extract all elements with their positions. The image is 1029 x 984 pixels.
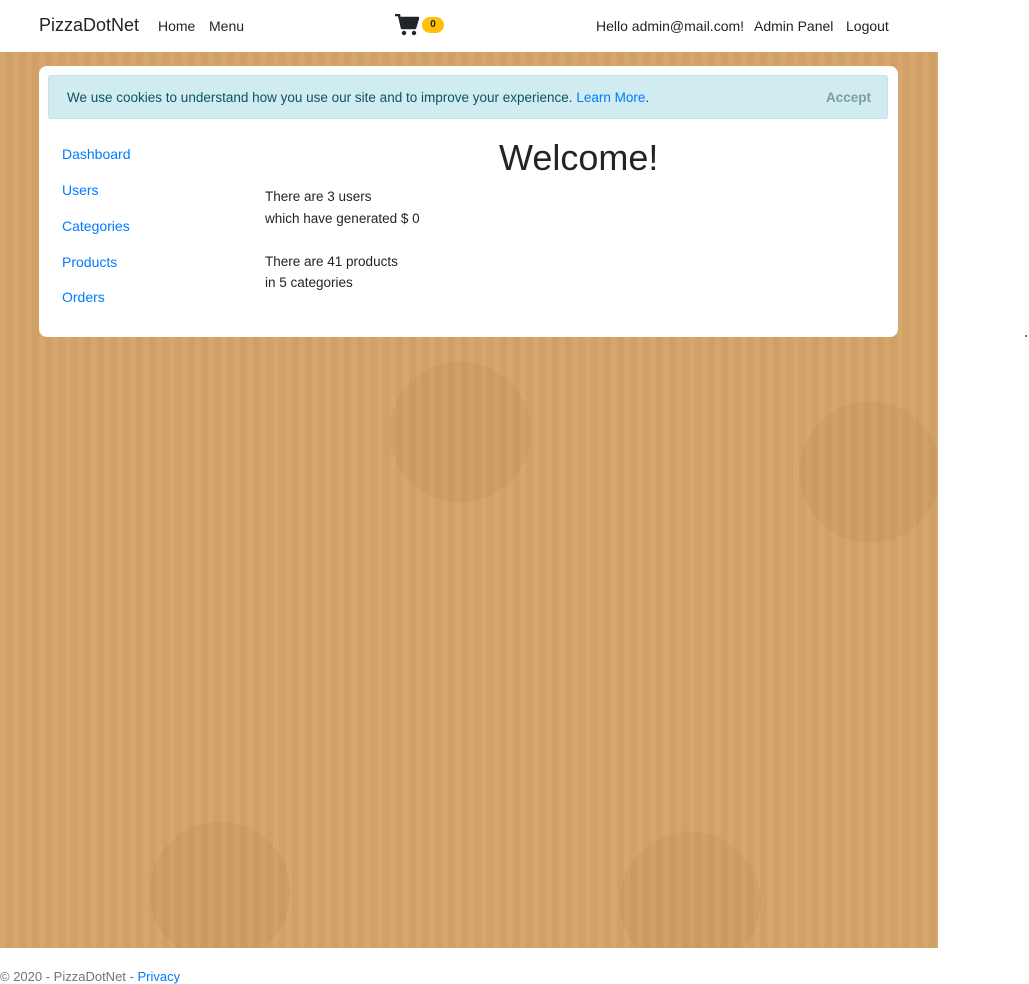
- cart-count-badge: 0: [422, 17, 444, 33]
- sidebar-item-categories[interactable]: Categories: [62, 218, 130, 234]
- shopping-cart-icon: [395, 14, 419, 36]
- footer-copyright: © 2020 - PizzaDotNet -: [0, 969, 138, 984]
- top-navbar: PizzaDotNet Home Menu 0 Hello admin@mail…: [0, 0, 938, 53]
- page-title: Welcome!: [499, 137, 659, 178]
- learn-more-link[interactable]: Learn More: [576, 90, 645, 105]
- page-footer: © 2020 - PizzaDotNet - Privacy: [0, 969, 180, 984]
- sidebar-item-users[interactable]: Users: [62, 182, 99, 198]
- products-count-text: There are 41 products: [265, 254, 398, 269]
- cart-button[interactable]: 0: [395, 14, 455, 38]
- sidebar-item-orders[interactable]: Orders: [62, 289, 105, 305]
- users-count-text: There are 3 users: [265, 189, 372, 204]
- stray-dot: [1025, 335, 1027, 337]
- accept-cookies-button[interactable]: Accept: [826, 90, 871, 105]
- cookie-period: .: [645, 90, 650, 105]
- nav-home-link[interactable]: Home: [158, 18, 195, 34]
- logout-link[interactable]: Logout: [846, 18, 889, 34]
- cookie-consent-banner: We use cookies to understand how you use…: [48, 75, 888, 119]
- revenue-text: which have generated $ 0: [265, 211, 420, 226]
- categories-count-text: in 5 categories: [265, 275, 353, 290]
- nav-menu-link[interactable]: Menu: [209, 18, 244, 34]
- cookie-text: We use cookies to understand how you use…: [67, 90, 573, 105]
- admin-panel-link[interactable]: Admin Panel: [754, 18, 833, 34]
- sidebar-item-products[interactable]: Products: [62, 254, 117, 270]
- sidebar-item-dashboard[interactable]: Dashboard: [62, 146, 131, 162]
- cookie-message: We use cookies to understand how you use…: [67, 90, 649, 105]
- brand-link[interactable]: PizzaDotNet: [39, 15, 139, 36]
- greeting-link[interactable]: Hello admin@mail.com!: [596, 18, 744, 34]
- admin-dashboard-card: We use cookies to understand how you use…: [39, 66, 898, 337]
- privacy-link[interactable]: Privacy: [137, 969, 180, 984]
